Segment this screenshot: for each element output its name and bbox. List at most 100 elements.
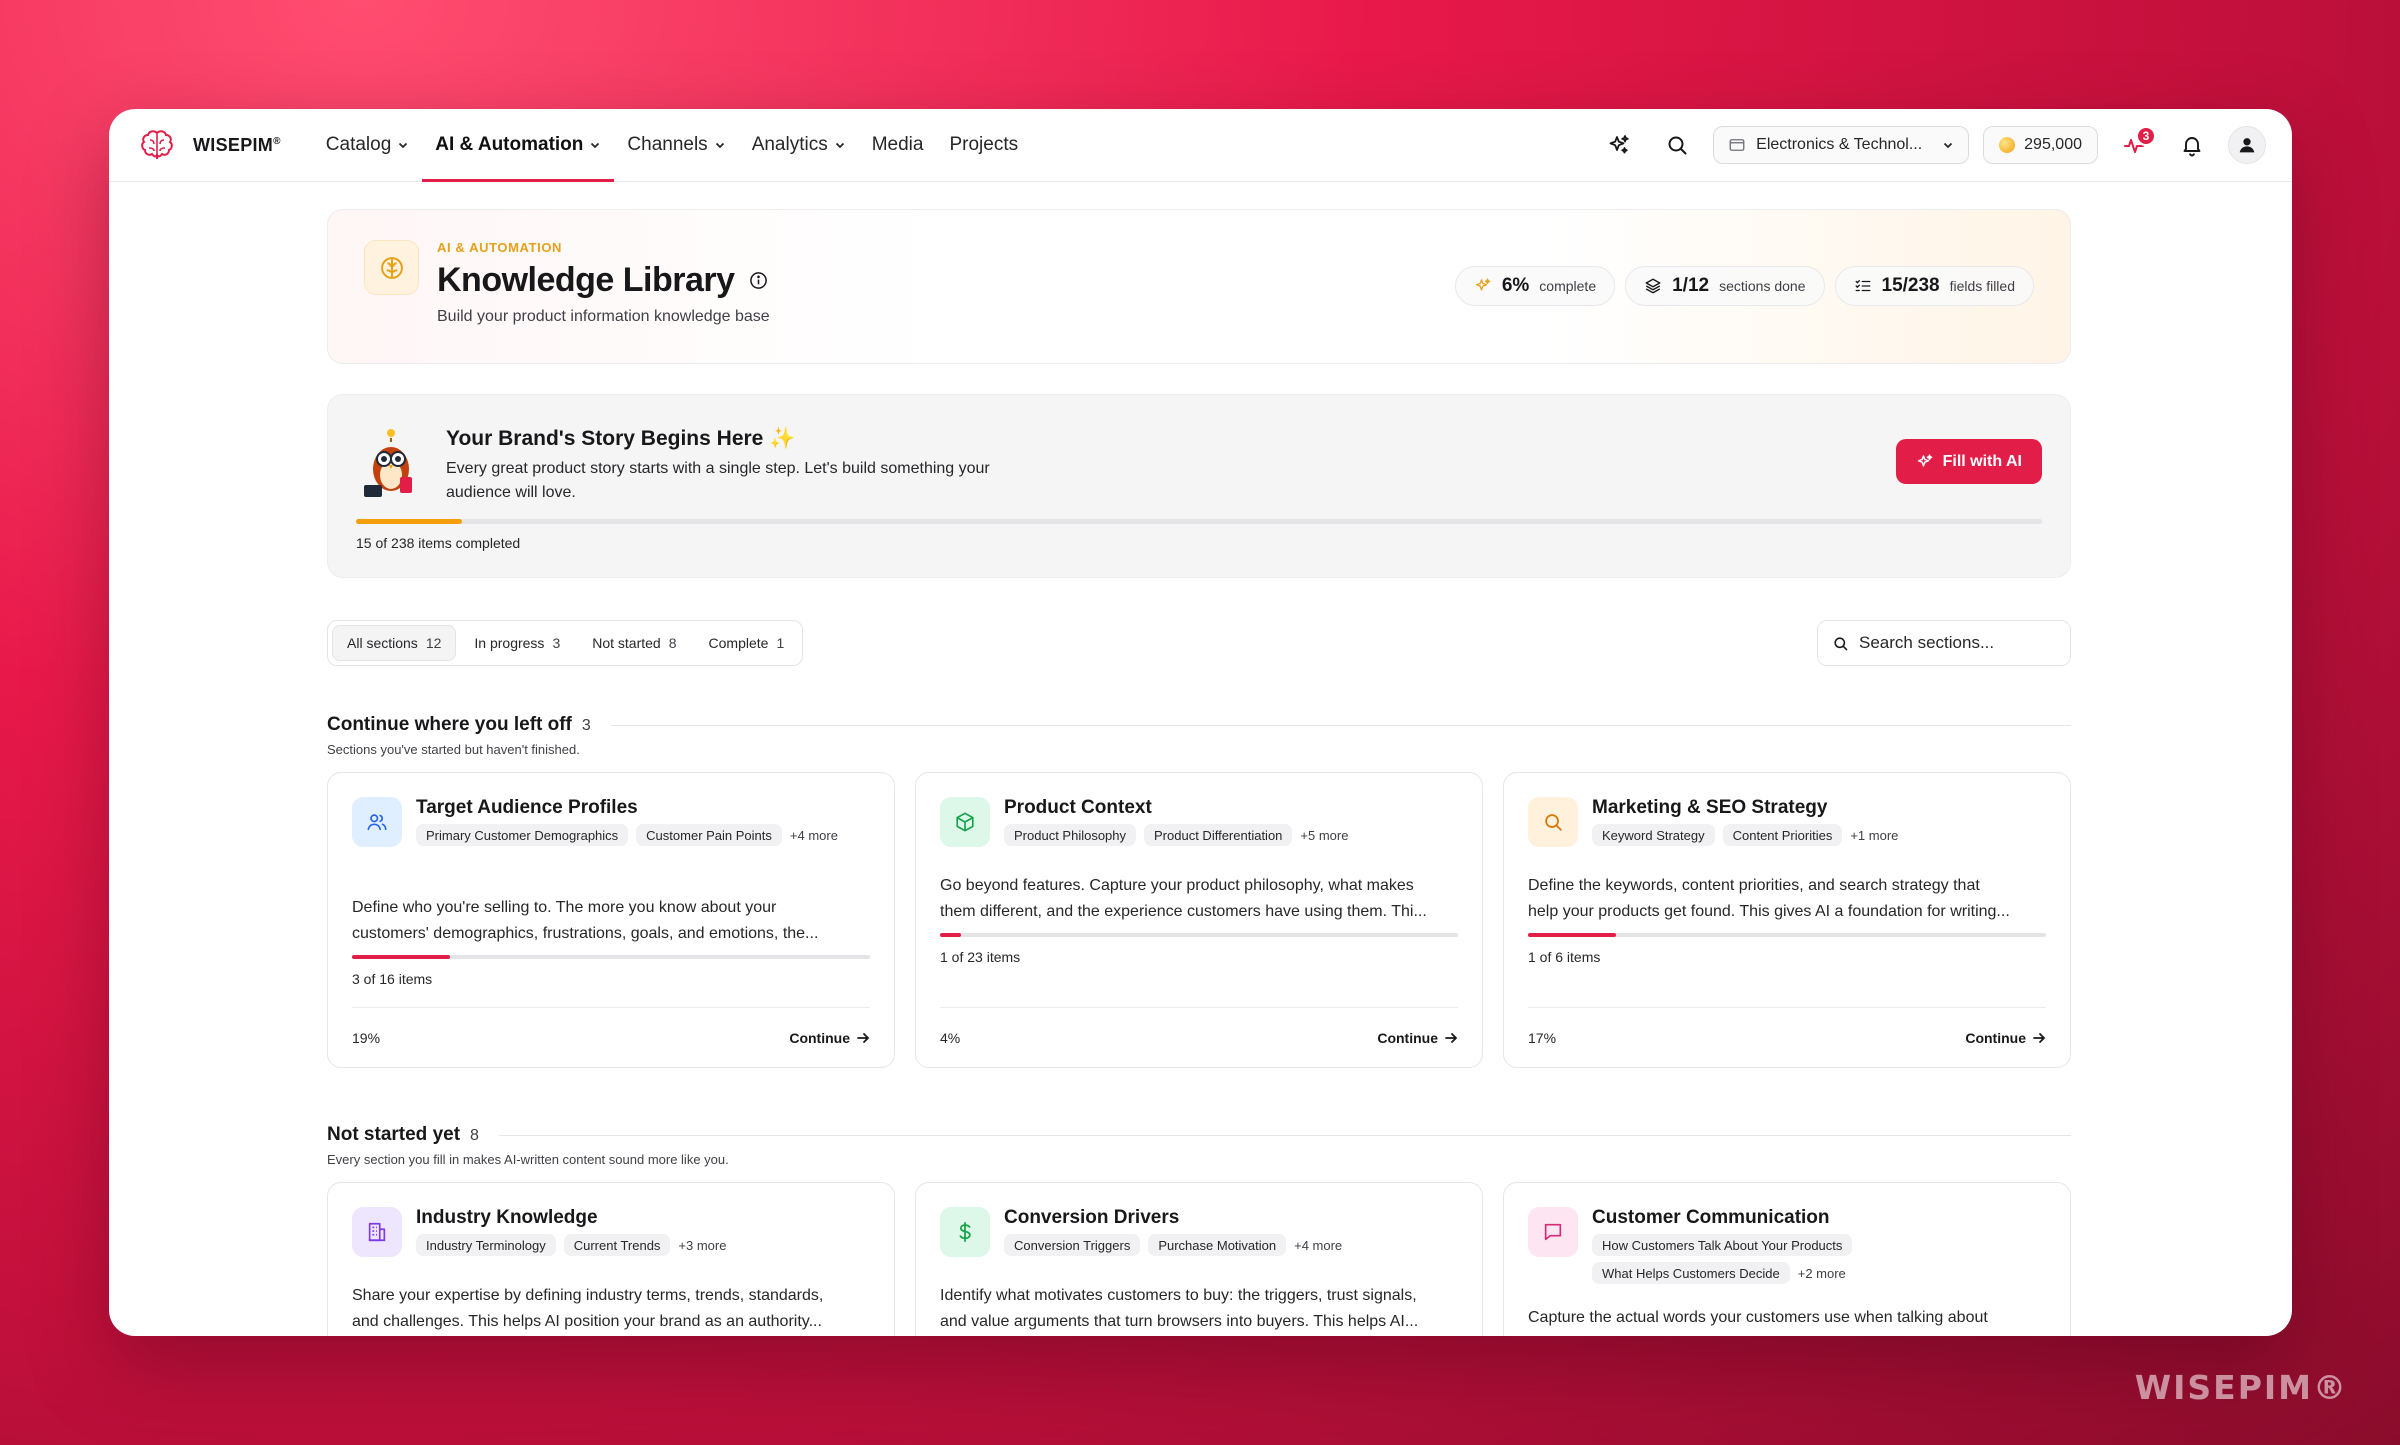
continue-button[interactable]: Continue <box>1377 1030 1458 1046</box>
nav-item-label: Catalog <box>325 134 392 155</box>
tab-label: Complete <box>708 635 769 651</box>
card-description: Define who you're selling to. The more y… <box>352 899 819 942</box>
coin-icon <box>1999 137 2016 153</box>
card-percent: 19% <box>352 1029 381 1046</box>
card-items-count: 1 of 6 items <box>1528 949 1601 965</box>
card-tag: Purchase Motivation <box>1148 1234 1287 1256</box>
section-card-industry-knowledge[interactable]: Industry Knowledge Industry Terminology C… <box>327 1182 895 1336</box>
nav-item-ai-automation[interactable]: AI & Automation <box>422 109 615 182</box>
card-footer: 19% Continue <box>352 1007 870 1067</box>
section-subtitle: Sections you've started but haven't fini… <box>327 742 580 757</box>
continue-button[interactable]: Continue <box>1965 1030 2046 1046</box>
card-tags: Conversion Triggers Purchase Motivation +4… <box>1004 1234 1458 1256</box>
card-more-tags[interactable]: +2 more <box>1798 1266 1846 1281</box>
section-subtitle: Every section you fill in makes AI-writt… <box>327 1152 729 1167</box>
progress-stats: 6% complete 1/12 sections done 15/238 fi… <box>1454 266 2034 306</box>
card-percent: 17% <box>1528 1029 1557 1046</box>
fill-with-ai-label: Fill with AI <box>1942 452 2022 470</box>
story-body: Every great product story starts with a … <box>446 460 990 501</box>
filter-row: All sections 12 In progress 3 Not started 8 Co… <box>327 620 2071 666</box>
card-title: Marketing & SEO Strategy <box>1592 797 1828 818</box>
card-tags: How Customers Talk About Your Products Wh… <box>1592 1234 2046 1284</box>
story-progress-fill <box>356 519 463 524</box>
arrow-right-icon <box>857 1032 870 1043</box>
card-progress-bar <box>940 933 1458 937</box>
nav-item-analytics[interactable]: Analytics <box>739 109 859 182</box>
info-icon[interactable] <box>749 271 768 290</box>
card-more-tags[interactable]: +5 more <box>1300 828 1348 843</box>
card-tag: Product Differentiation <box>1144 824 1293 846</box>
card-progress-fill <box>1528 933 1617 937</box>
section-group: Continue where you left off 3 Sections yo… <box>327 714 2071 1068</box>
card-more-tags[interactable]: +4 more <box>790 828 838 843</box>
card-tag: Keyword Strategy <box>1592 824 1715 846</box>
story-progress-bar <box>356 519 2042 524</box>
activity-button[interactable]: 3 <box>2112 123 2156 167</box>
nav-item-label: Media <box>871 134 924 155</box>
card-grid: Industry Knowledge Industry Terminology C… <box>327 1182 2071 1336</box>
global-search-button[interactable] <box>1655 123 1699 167</box>
section-card-product-context[interactable]: Product Context Product Philosophy Produc… <box>915 772 1483 1068</box>
sparkle-icon <box>1475 278 1491 291</box>
nav-actions: Electronics & Technol... 295,000 3 <box>1597 123 2266 167</box>
main-content: AI & AUTOMATION Knowledge Library Build … <box>327 209 2071 1336</box>
owl-mascot-icon <box>364 429 412 497</box>
ai-sparkles-button[interactable] <box>1597 123 1641 167</box>
nav-item-channels[interactable]: Channels <box>614 109 738 182</box>
fill-with-ai-button[interactable]: Fill with AI <box>1895 439 2042 484</box>
card-description: Share your expertise by defining industr… <box>352 1287 824 1330</box>
user-avatar[interactable] <box>2228 126 2266 164</box>
tab-not-started[interactable]: Not started 8 <box>578 625 690 661</box>
top-navigation: WISEPIM® Catalog AI & Automation Channels A… <box>109 109 2292 182</box>
nav-item-catalog[interactable]: Catalog <box>313 109 423 182</box>
chevron-down-icon <box>1944 142 1953 149</box>
dollar-icon <box>940 1207 990 1257</box>
stat-complete: 6% complete <box>1454 266 1616 306</box>
chevron-down-icon <box>591 142 600 149</box>
story-title: Your Brand's Story Begins Here ✨ <box>446 427 796 450</box>
app-window: WISEPIM® Catalog AI & Automation Channels A… <box>109 109 2292 1336</box>
nav-item-media[interactable]: Media <box>859 109 937 182</box>
notifications-button[interactable] <box>2170 123 2214 167</box>
card-title: Target Audience Profiles <box>416 797 638 818</box>
nav-item-projects[interactable]: Projects <box>936 109 1031 182</box>
search-sections-input[interactable]: Search sections... <box>1817 620 2071 666</box>
chevron-down-icon <box>399 142 408 149</box>
section-count: 3 <box>581 717 591 734</box>
section-count: 8 <box>470 1127 479 1144</box>
search-icon <box>1834 636 1848 650</box>
watermark: WISEPIM® <box>2134 1368 2348 1407</box>
card-tags: Keyword Strategy Content Priorities +1 mor… <box>1592 824 2046 846</box>
section-card-marketing-seo-strategy[interactable]: Marketing & SEO Strategy Keyword Strateg… <box>1503 772 2071 1068</box>
credits-balance[interactable]: 295,000 <box>1983 126 2098 164</box>
brand-logo[interactable]: WISEPIM® <box>137 125 281 165</box>
card-description: Identify what motivates customers to buy… <box>940 1287 1419 1330</box>
stat-fields-label: fields filled <box>1949 278 2015 294</box>
section-title: Not started yet <box>327 1124 461 1145</box>
card-tag: Current Trends <box>563 1234 671 1256</box>
sparkle-emoji-icon: ✨ <box>769 427 796 450</box>
section-card-conversion-drivers[interactable]: Conversion Drivers Conversion Triggers Pu… <box>915 1182 1483 1336</box>
card-more-tags[interactable]: +1 more <box>1850 828 1898 843</box>
card-more-tags[interactable]: +3 more <box>678 1238 726 1253</box>
card-footer: 4% Continue <box>940 1007 1458 1067</box>
card-more-tags[interactable]: +4 more <box>1294 1238 1342 1253</box>
checklist-icon <box>1855 280 1870 292</box>
activity-badge: 3 <box>2136 126 2156 146</box>
card-description: Go beyond features. Capture your product… <box>940 877 1427 920</box>
section-group: Not started yet 8 Every section you fill … <box>327 1124 2071 1336</box>
sections-container: Continue where you left off 3 Sections yo… <box>327 714 2071 1336</box>
layers-icon <box>1645 278 1661 294</box>
tab-complete[interactable]: Complete 1 <box>695 625 799 661</box>
section-card-target-audience-profiles[interactable]: Target Audience Profiles Primary Custome… <box>327 772 895 1068</box>
tab-all-sections[interactable]: All sections 12 <box>332 625 457 661</box>
tab-label: All sections <box>347 635 418 651</box>
store-selector[interactable]: Electronics & Technol... <box>1713 126 1970 164</box>
card-tag: Conversion Triggers <box>1004 1234 1141 1256</box>
sparkles-icon <box>1917 454 1932 466</box>
nav-item-label: Channels <box>627 134 708 155</box>
tab-in-progress[interactable]: In progress 3 <box>460 625 574 661</box>
section-card-customer-communication[interactable]: Customer Communication How Customers Tal… <box>1503 1182 2071 1336</box>
continue-button[interactable]: Continue <box>789 1030 870 1046</box>
tab-label: In progress <box>474 635 545 651</box>
